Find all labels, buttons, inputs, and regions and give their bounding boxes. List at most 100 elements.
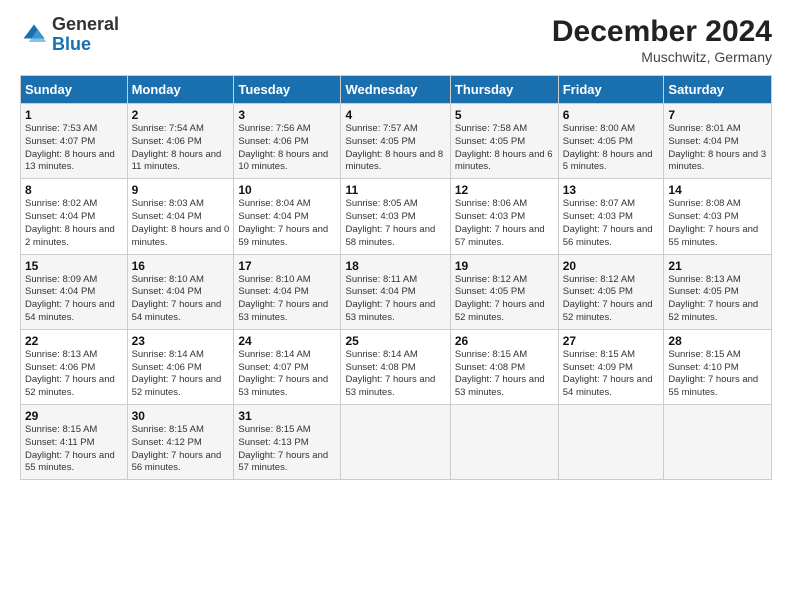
day-info: Sunrise: 7:54 AM Sunset: 4:06 PM Dayligh… (132, 123, 230, 174)
month-title: December 2024 (552, 15, 772, 49)
table-row (664, 405, 772, 480)
day-info: Sunrise: 8:12 AM Sunset: 4:05 PM Dayligh… (563, 274, 660, 325)
table-row: 7Sunrise: 8:01 AM Sunset: 4:04 PM Daylig… (664, 104, 772, 179)
table-row: 16Sunrise: 8:10 AM Sunset: 4:04 PM Dayli… (127, 254, 234, 329)
day-number: 27 (563, 334, 660, 348)
col-saturday: Saturday (664, 76, 772, 104)
table-row: 22Sunrise: 8:13 AM Sunset: 4:06 PM Dayli… (21, 329, 128, 404)
day-info: Sunrise: 8:07 AM Sunset: 4:03 PM Dayligh… (563, 198, 660, 249)
table-row: 14Sunrise: 8:08 AM Sunset: 4:03 PM Dayli… (664, 179, 772, 254)
calendar: Sunday Monday Tuesday Wednesday Thursday… (20, 75, 772, 480)
day-info: Sunrise: 8:14 AM Sunset: 4:08 PM Dayligh… (345, 349, 445, 400)
table-row: 20Sunrise: 8:12 AM Sunset: 4:05 PM Dayli… (558, 254, 664, 329)
day-number: 24 (238, 334, 336, 348)
table-row: 24Sunrise: 8:14 AM Sunset: 4:07 PM Dayli… (234, 329, 341, 404)
day-info: Sunrise: 8:02 AM Sunset: 4:04 PM Dayligh… (25, 198, 123, 249)
day-info: Sunrise: 8:14 AM Sunset: 4:06 PM Dayligh… (132, 349, 230, 400)
table-row: 2Sunrise: 7:54 AM Sunset: 4:06 PM Daylig… (127, 104, 234, 179)
logo: General Blue (20, 15, 119, 55)
table-row: 9Sunrise: 8:03 AM Sunset: 4:04 PM Daylig… (127, 179, 234, 254)
day-number: 5 (455, 108, 554, 122)
day-info: Sunrise: 7:53 AM Sunset: 4:07 PM Dayligh… (25, 123, 123, 174)
calendar-week-row: 22Sunrise: 8:13 AM Sunset: 4:06 PM Dayli… (21, 329, 772, 404)
title-block: December 2024 Muschwitz, Germany (552, 15, 772, 65)
day-number: 14 (668, 183, 767, 197)
table-row (558, 405, 664, 480)
day-number: 20 (563, 259, 660, 273)
day-number: 22 (25, 334, 123, 348)
calendar-header-row: Sunday Monday Tuesday Wednesday Thursday… (21, 76, 772, 104)
table-row: 11Sunrise: 8:05 AM Sunset: 4:03 PM Dayli… (341, 179, 450, 254)
day-number: 1 (25, 108, 123, 122)
day-info: Sunrise: 8:12 AM Sunset: 4:05 PM Dayligh… (455, 274, 554, 325)
col-sunday: Sunday (21, 76, 128, 104)
table-row: 10Sunrise: 8:04 AM Sunset: 4:04 PM Dayli… (234, 179, 341, 254)
table-row: 28Sunrise: 8:15 AM Sunset: 4:10 PM Dayli… (664, 329, 772, 404)
day-info: Sunrise: 8:15 AM Sunset: 4:08 PM Dayligh… (455, 349, 554, 400)
day-number: 8 (25, 183, 123, 197)
calendar-week-row: 29Sunrise: 8:15 AM Sunset: 4:11 PM Dayli… (21, 405, 772, 480)
day-number: 4 (345, 108, 445, 122)
day-info: Sunrise: 7:57 AM Sunset: 4:05 PM Dayligh… (345, 123, 445, 174)
table-row: 27Sunrise: 8:15 AM Sunset: 4:09 PM Dayli… (558, 329, 664, 404)
day-number: 15 (25, 259, 123, 273)
logo-general: General (52, 14, 119, 34)
day-number: 12 (455, 183, 554, 197)
day-number: 28 (668, 334, 767, 348)
day-number: 16 (132, 259, 230, 273)
calendar-week-row: 1Sunrise: 7:53 AM Sunset: 4:07 PM Daylig… (21, 104, 772, 179)
table-row: 13Sunrise: 8:07 AM Sunset: 4:03 PM Dayli… (558, 179, 664, 254)
table-row: 15Sunrise: 8:09 AM Sunset: 4:04 PM Dayli… (21, 254, 128, 329)
day-number: 21 (668, 259, 767, 273)
calendar-week-row: 15Sunrise: 8:09 AM Sunset: 4:04 PM Dayli… (21, 254, 772, 329)
header: General Blue December 2024 Muschwitz, Ge… (20, 15, 772, 65)
day-number: 6 (563, 108, 660, 122)
table-row: 8Sunrise: 8:02 AM Sunset: 4:04 PM Daylig… (21, 179, 128, 254)
table-row: 6Sunrise: 8:00 AM Sunset: 4:05 PM Daylig… (558, 104, 664, 179)
day-number: 25 (345, 334, 445, 348)
day-number: 30 (132, 409, 230, 423)
day-number: 23 (132, 334, 230, 348)
page: General Blue December 2024 Muschwitz, Ge… (0, 0, 792, 612)
table-row: 23Sunrise: 8:14 AM Sunset: 4:06 PM Dayli… (127, 329, 234, 404)
day-info: Sunrise: 8:01 AM Sunset: 4:04 PM Dayligh… (668, 123, 767, 174)
day-info: Sunrise: 8:03 AM Sunset: 4:04 PM Dayligh… (132, 198, 230, 249)
table-row: 1Sunrise: 7:53 AM Sunset: 4:07 PM Daylig… (21, 104, 128, 179)
table-row: 26Sunrise: 8:15 AM Sunset: 4:08 PM Dayli… (450, 329, 558, 404)
col-wednesday: Wednesday (341, 76, 450, 104)
day-info: Sunrise: 8:15 AM Sunset: 4:10 PM Dayligh… (668, 349, 767, 400)
day-number: 18 (345, 259, 445, 273)
day-number: 17 (238, 259, 336, 273)
table-row: 31Sunrise: 8:15 AM Sunset: 4:13 PM Dayli… (234, 405, 341, 480)
table-row: 17Sunrise: 8:10 AM Sunset: 4:04 PM Dayli… (234, 254, 341, 329)
day-number: 2 (132, 108, 230, 122)
day-info: Sunrise: 8:15 AM Sunset: 4:12 PM Dayligh… (132, 424, 230, 475)
table-row: 5Sunrise: 7:58 AM Sunset: 4:05 PM Daylig… (450, 104, 558, 179)
day-number: 9 (132, 183, 230, 197)
day-info: Sunrise: 8:08 AM Sunset: 4:03 PM Dayligh… (668, 198, 767, 249)
day-number: 26 (455, 334, 554, 348)
col-friday: Friday (558, 76, 664, 104)
day-number: 11 (345, 183, 445, 197)
day-number: 7 (668, 108, 767, 122)
table-row: 18Sunrise: 8:11 AM Sunset: 4:04 PM Dayli… (341, 254, 450, 329)
day-info: Sunrise: 8:10 AM Sunset: 4:04 PM Dayligh… (238, 274, 336, 325)
location: Muschwitz, Germany (552, 49, 772, 65)
table-row: 25Sunrise: 8:14 AM Sunset: 4:08 PM Dayli… (341, 329, 450, 404)
logo-blue: Blue (52, 34, 91, 54)
calendar-week-row: 8Sunrise: 8:02 AM Sunset: 4:04 PM Daylig… (21, 179, 772, 254)
day-info: Sunrise: 8:06 AM Sunset: 4:03 PM Dayligh… (455, 198, 554, 249)
day-info: Sunrise: 8:15 AM Sunset: 4:13 PM Dayligh… (238, 424, 336, 475)
day-info: Sunrise: 8:00 AM Sunset: 4:05 PM Dayligh… (563, 123, 660, 174)
day-number: 19 (455, 259, 554, 273)
col-tuesday: Tuesday (234, 76, 341, 104)
day-info: Sunrise: 8:13 AM Sunset: 4:05 PM Dayligh… (668, 274, 767, 325)
day-info: Sunrise: 7:56 AM Sunset: 4:06 PM Dayligh… (238, 123, 336, 174)
table-row: 4Sunrise: 7:57 AM Sunset: 4:05 PM Daylig… (341, 104, 450, 179)
day-info: Sunrise: 8:10 AM Sunset: 4:04 PM Dayligh… (132, 274, 230, 325)
day-number: 29 (25, 409, 123, 423)
day-number: 13 (563, 183, 660, 197)
table-row (341, 405, 450, 480)
table-row (450, 405, 558, 480)
day-number: 31 (238, 409, 336, 423)
